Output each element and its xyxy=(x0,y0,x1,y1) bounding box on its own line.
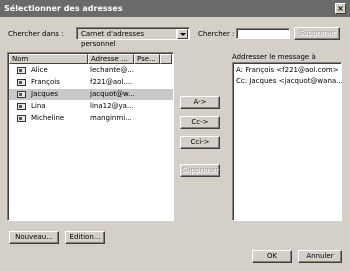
title-bar: Sélectionner des adresses × xyxy=(0,0,350,17)
contact-card-icon xyxy=(17,115,26,122)
contact-card-icon xyxy=(17,91,26,98)
contact-card-icon xyxy=(17,67,26,74)
contact-list[interactable]: Nom Adresse ... Pse... Alice lechante@..… xyxy=(7,52,174,221)
window-title: Sélectionner des adresses xyxy=(4,4,123,13)
column-header-name[interactable]: Nom xyxy=(9,54,88,64)
cancel-button[interactable]: Annuler xyxy=(298,250,342,263)
add-cc-button[interactable]: Cc-> xyxy=(180,116,220,129)
recipients-label: Addresser le message à xyxy=(232,53,316,61)
column-picker-icon[interactable] xyxy=(160,54,172,64)
search-label: Chercher : xyxy=(198,30,235,38)
recipients-list[interactable]: A: François <f221@aol.com> Cc: Jacques <… xyxy=(232,62,343,221)
add-to-button[interactable]: A-> xyxy=(180,96,220,109)
edit-contact-button[interactable]: Edition... xyxy=(65,231,105,244)
list-item[interactable]: Lina lina12@ya... xyxy=(9,101,173,112)
contact-card-icon xyxy=(17,103,26,110)
ok-button[interactable]: OK xyxy=(252,250,292,263)
address-book-dropdown[interactable]: Carnet d'adresses personnel xyxy=(76,27,190,48)
list-item[interactable]: Alice lechante@... xyxy=(9,65,173,76)
close-button[interactable]: × xyxy=(335,3,346,14)
remove-recipient-button[interactable]: Supprimer xyxy=(180,164,220,177)
contact-card-icon xyxy=(17,79,26,86)
search-input[interactable] xyxy=(236,28,290,39)
column-header-pseudo[interactable]: Pse... xyxy=(134,54,160,64)
search-clear-button[interactable]: Supprimer xyxy=(294,27,340,40)
list-item-selected[interactable]: Jacques jacquot@w... xyxy=(9,89,173,100)
search-in-label: Chercher dans : xyxy=(8,30,64,38)
list-item[interactable]: François f221@aol.... xyxy=(9,77,173,88)
address-book-value: Carnet d'adresses personnel xyxy=(78,29,176,48)
add-bcc-button[interactable]: Cci-> xyxy=(180,136,220,149)
recipient-item[interactable]: Cc: Jacques <jacquot@wana... xyxy=(236,77,343,85)
recipient-item[interactable]: A: François <f221@aol.com> xyxy=(236,66,339,74)
list-item[interactable]: Micheline manginmi... xyxy=(9,113,173,124)
column-header-address[interactable]: Adresse ... xyxy=(88,54,134,64)
new-contact-button[interactable]: Nouveau... xyxy=(9,231,59,244)
chevron-down-icon[interactable] xyxy=(177,29,188,39)
